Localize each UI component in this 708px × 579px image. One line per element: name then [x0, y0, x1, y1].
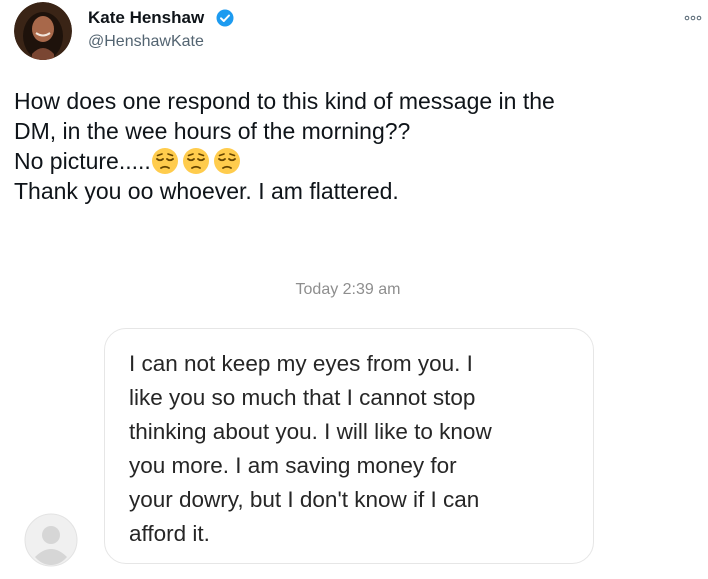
author-display-name[interactable]: Kate Henshaw	[88, 8, 204, 28]
sender-avatar-placeholder-icon[interactable]	[24, 513, 78, 567]
pensive-face-emoji-icon	[151, 147, 179, 175]
tweet-text-line: Thank you oo whoever. I am flattered.	[14, 178, 399, 204]
tweet-text-line: DM, in the wee hours of the morning??	[14, 118, 411, 144]
tweet-text: How does one respond to this kind of mes…	[14, 86, 694, 206]
dm-message-line: I can not keep my eyes from you. I	[129, 351, 473, 376]
more-options-icon[interactable]	[684, 10, 702, 21]
tweet: Kate Henshaw @HenshawKate How does one r…	[0, 0, 708, 579]
author-avatar[interactable]	[14, 2, 72, 60]
pensive-face-emoji-icon	[182, 147, 210, 175]
verified-badge-icon	[216, 9, 234, 27]
dm-message-line: like you so much that I cannot stop	[129, 385, 476, 410]
dm-timestamp: Today 2:39 am	[0, 281, 708, 299]
author-handle[interactable]: @HenshawKate	[88, 33, 204, 51]
dm-message-line: afford it.	[129, 521, 210, 546]
dm-message-line: thinking about you. I will like to know	[129, 419, 492, 444]
pensive-face-emoji-icon	[213, 147, 241, 175]
tweet-text-line-with-emoji: No picture.....	[14, 146, 694, 176]
dm-message-line: your dowry, but I don't know if I can	[129, 487, 480, 512]
dm-message-text: I can not keep my eyes from you. I like …	[129, 347, 569, 551]
dm-timestamp-text: Today 2:39 am	[295, 281, 401, 298]
dm-message-line: you more. I am saving money for	[129, 453, 457, 478]
tweet-text-line: How does one respond to this kind of mes…	[14, 88, 555, 114]
dm-message-bubble[interactable]: I can not keep my eyes from you. I like …	[104, 328, 594, 564]
tweet-text-line: No picture.....	[14, 148, 151, 174]
